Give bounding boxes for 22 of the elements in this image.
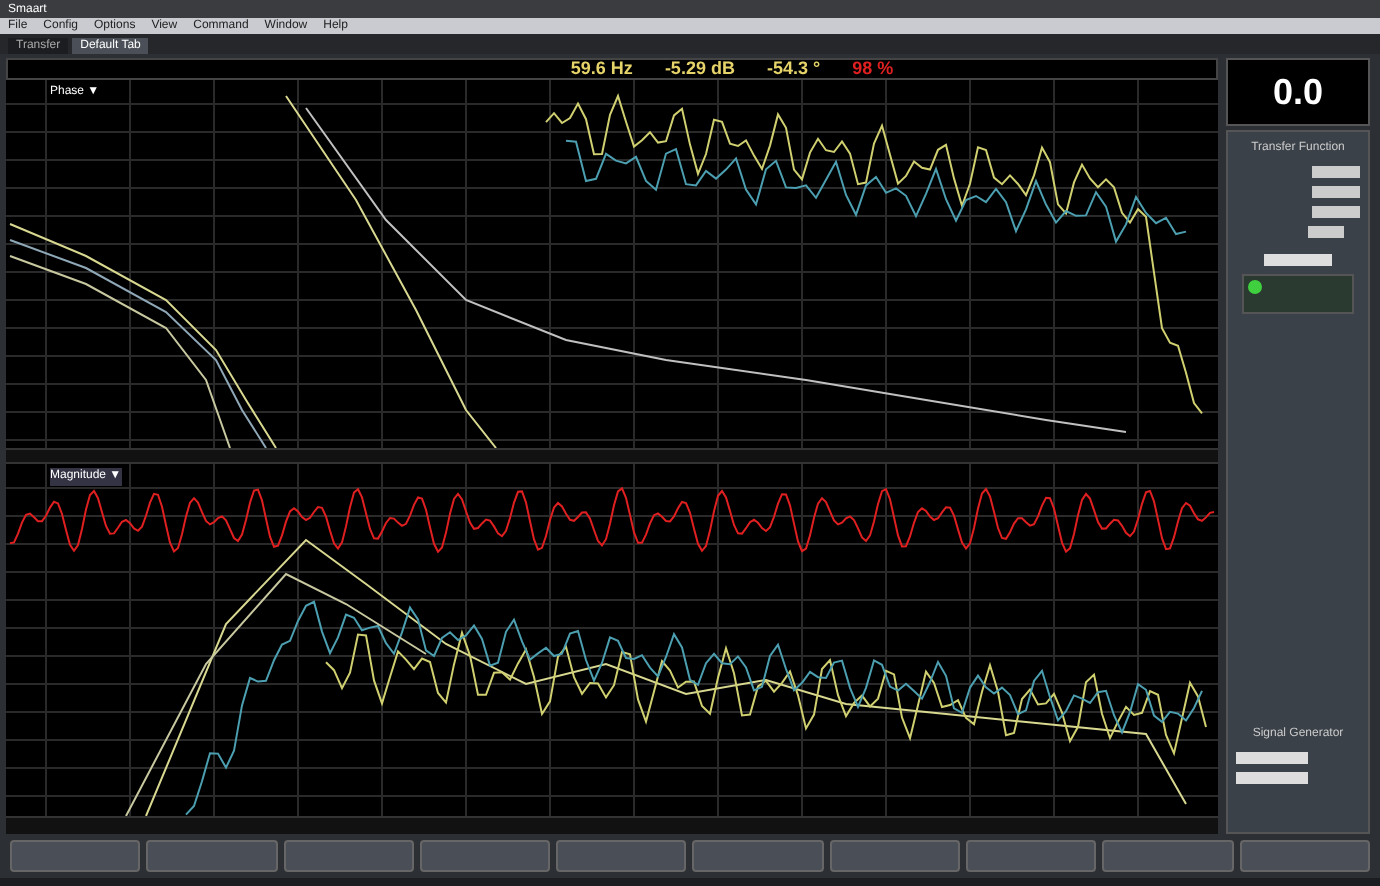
command-button[interactable] — [692, 840, 824, 872]
command-button[interactable] — [419, 840, 551, 872]
dropdown[interactable] — [1312, 186, 1360, 198]
readout-value: 98 % — [852, 60, 894, 78]
command-button[interactable] — [556, 840, 687, 872]
readout-value: 59.6 Hz — [570, 60, 633, 78]
command-button[interactable] — [1239, 840, 1370, 872]
command-button[interactable] — [10, 840, 141, 872]
dropdown[interactable] — [1264, 254, 1332, 266]
input-field[interactable] — [1236, 772, 1308, 784]
command-button[interactable] — [829, 840, 961, 872]
command-button[interactable] — [966, 840, 1097, 872]
dropdown[interactable] — [1312, 166, 1360, 178]
input-field[interactable] — [1308, 226, 1344, 238]
delay-value: 0.0 — [1272, 74, 1324, 110]
dropdown[interactable] — [1236, 752, 1308, 764]
command-button[interactable] — [1102, 840, 1234, 872]
command-button[interactable] — [146, 840, 278, 872]
readout-value: -5.29 dB — [664, 60, 735, 78]
readout-value: -54.3 ° — [766, 60, 821, 78]
command-button[interactable] — [283, 840, 414, 872]
dropdown[interactable] — [1312, 206, 1360, 218]
